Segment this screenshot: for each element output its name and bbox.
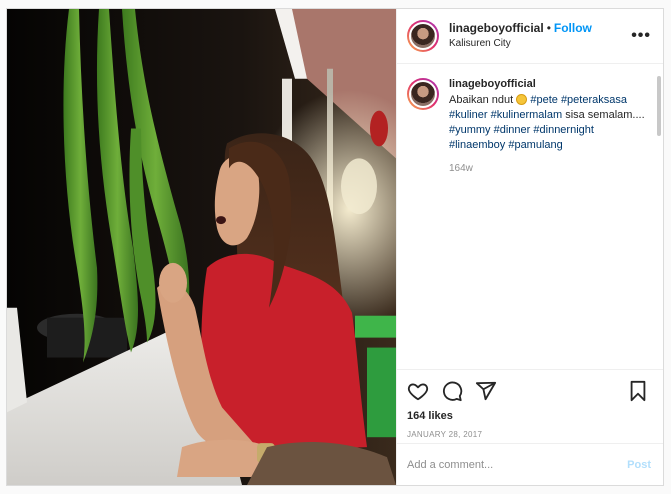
action-icons (407, 378, 651, 406)
post-date: JANUARY 28, 2017 (407, 430, 483, 439)
post-actions: 164 likes JANUARY 28, 2017 (397, 369, 663, 443)
caption-middle: sisa semalam.... (565, 109, 645, 121)
more-options-icon[interactable]: ••• (631, 27, 651, 45)
caption-text: Abaikan ndut #pete #peteraksasa #kuliner… (449, 93, 651, 153)
post-photo[interactable] (7, 9, 396, 485)
caption: linageboyofficial Abaikan ndut #pete #pe… (449, 78, 651, 174)
likes-count[interactable]: 164 likes (407, 410, 651, 422)
caption-username[interactable]: linageboyofficial (449, 78, 651, 90)
follow-button[interactable]: Follow (554, 21, 592, 35)
caption-start: Abaikan ndut (449, 94, 517, 106)
hashtag[interactable]: #peteraksasa (561, 94, 627, 106)
grinning-face-emoji-icon (516, 94, 528, 105)
hashtag[interactable]: #yummy (449, 124, 491, 136)
post-photo-illustration (7, 9, 396, 485)
hashtag[interactable]: #dinner (494, 124, 531, 136)
hashtag[interactable]: #pete (530, 94, 558, 106)
hashtag[interactable]: #dinnernight (533, 124, 594, 136)
comment-input[interactable] (407, 458, 628, 471)
time-ago[interactable]: 164w (449, 163, 651, 174)
instagram-post: linageboyofficial • Follow Kalisuren City … (6, 8, 664, 486)
share-icon[interactable] (475, 380, 499, 404)
separator-dot: • (546, 21, 551, 35)
comments-area: linageboyofficial Abaikan ndut #pete #pe… (397, 64, 663, 369)
heart-icon[interactable] (407, 380, 431, 404)
post-header-meta: linageboyofficial • Follow Kalisuren City (449, 21, 631, 51)
post-header: linageboyofficial • Follow Kalisuren City … (397, 9, 663, 64)
comment-icon[interactable] (441, 380, 465, 404)
comments-scrollbar[interactable] (657, 76, 661, 136)
hashtag[interactable]: #kuliner (449, 109, 488, 121)
hashtag[interactable]: #pamulang (508, 139, 562, 151)
bookmark-icon[interactable] (627, 380, 651, 404)
location-link[interactable]: Kalisuren City (449, 37, 631, 51)
hashtag[interactable]: #linaemboy (449, 139, 505, 151)
post-sidebar: linageboyofficial • Follow Kalisuren City … (396, 9, 663, 485)
post-comment-button[interactable]: Post (627, 459, 651, 471)
caption-row: linageboyofficial Abaikan ndut #pete #pe… (407, 78, 651, 174)
avatar[interactable] (407, 20, 439, 52)
username-link[interactable]: linageboyofficial (449, 21, 544, 35)
hashtag[interactable]: #kulinermalam (491, 109, 563, 121)
caption-avatar[interactable] (407, 78, 439, 110)
add-comment-bar: Post (397, 443, 663, 485)
